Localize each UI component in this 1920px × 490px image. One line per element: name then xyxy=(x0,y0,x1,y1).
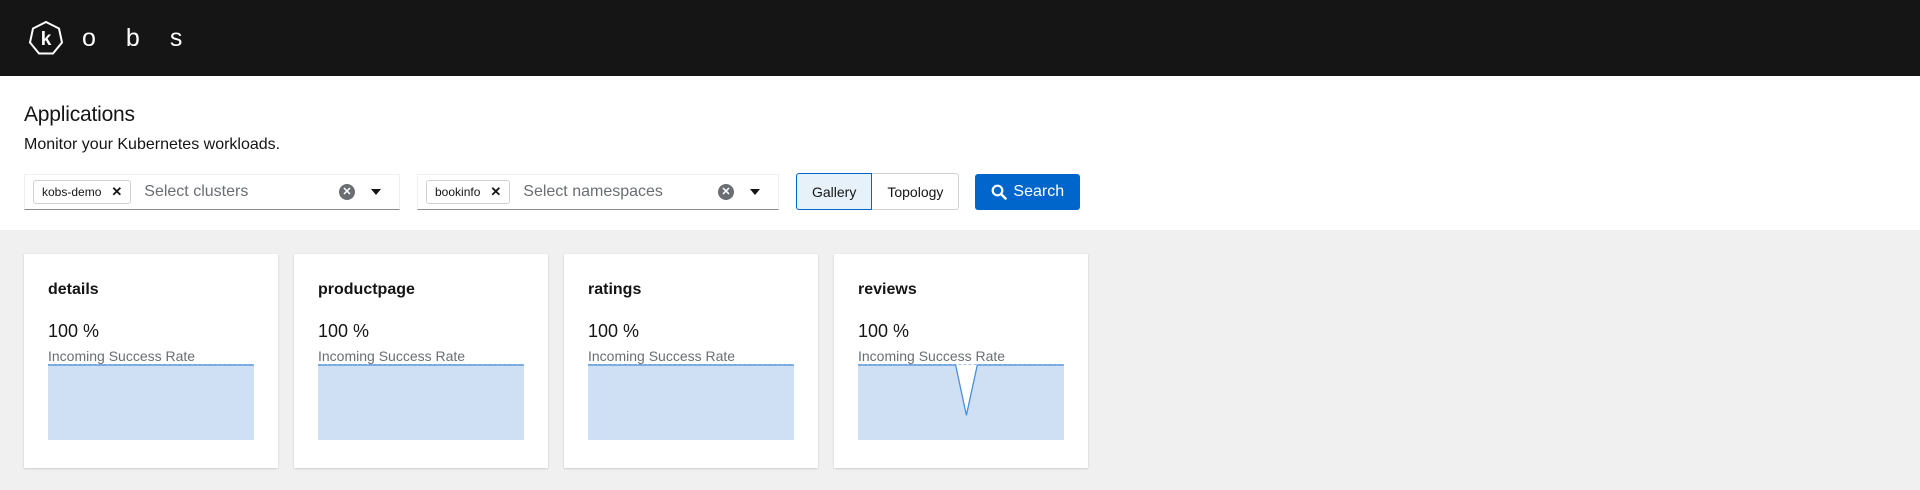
success-rate-value: 100 % xyxy=(858,321,910,341)
filter-toolbar: kobs-demo ✕ Select clusters ✕ bookinfo ✕… xyxy=(24,173,1896,210)
sparkline-area xyxy=(318,365,524,440)
success-rate-label: Incoming Success Rate xyxy=(318,348,466,364)
clusters-select[interactable]: kobs-demo ✕ Select clusters ✕ xyxy=(24,173,400,210)
kobs-logo[interactable]: k o b s xyxy=(28,20,182,56)
application-name: ratings xyxy=(588,281,642,298)
namespace-chip[interactable]: bookinfo ✕ xyxy=(426,179,511,204)
topology-toggle[interactable]: Topology xyxy=(872,173,960,210)
namespace-chip-label: bookinfo xyxy=(435,184,481,199)
clear-namespaces-icon[interactable]: ✕ xyxy=(718,183,734,200)
view-toggle-group: Gallery Topology xyxy=(796,173,960,210)
brand-letter: o xyxy=(82,23,96,52)
application-card[interactable]: details 100 % Incoming Success Rate xyxy=(24,254,278,468)
success-rate-label: Incoming Success Rate xyxy=(858,348,1006,364)
success-rate-sparkline xyxy=(588,364,794,440)
namespaces-input[interactable]: Select namespaces xyxy=(523,183,718,201)
application-name: productpage xyxy=(318,281,415,298)
success-rate-sparkline xyxy=(48,364,254,440)
application-name: details xyxy=(48,281,99,298)
application-name: reviews xyxy=(858,281,917,298)
application-card[interactable]: productpage 100 % Incoming Success Rate xyxy=(294,254,548,468)
applications-gallery: details 100 % Incoming Success Rate prod… xyxy=(0,230,1920,468)
masthead: k o b s xyxy=(0,0,1920,76)
search-icon xyxy=(992,184,1008,200)
clusters-input[interactable]: Select clusters xyxy=(144,183,339,201)
success-rate-label: Incoming Success Rate xyxy=(588,348,736,364)
success-rate-label: Incoming Success Rate xyxy=(48,348,196,364)
page-subtitle: Monitor your Kubernetes workloads. xyxy=(24,136,281,153)
success-rate-sparkline xyxy=(318,364,524,440)
gallery-toggle[interactable]: Gallery xyxy=(796,173,873,210)
search-button[interactable]: Search xyxy=(975,173,1081,210)
sparkline-area xyxy=(48,365,254,440)
sparkline-area xyxy=(588,365,794,440)
chip-remove-icon[interactable]: ✕ xyxy=(111,184,122,200)
brand-letter: b xyxy=(125,23,140,52)
success-rate-sparkline xyxy=(858,364,1064,440)
cluster-chip[interactable]: kobs-demo ✕ xyxy=(33,179,132,204)
logo-letter: k xyxy=(41,29,52,50)
namespaces-select[interactable]: bookinfo ✕ Select namespaces ✕ xyxy=(417,173,779,210)
chip-remove-icon[interactable]: ✕ xyxy=(490,184,501,200)
chevron-down-icon[interactable] xyxy=(750,188,760,195)
success-rate-value: 100 % xyxy=(588,321,640,341)
brand-name: o b s xyxy=(82,24,182,53)
application-card[interactable]: ratings 100 % Incoming Success Rate xyxy=(564,254,818,468)
brand-letter: s xyxy=(169,23,183,52)
success-rate-value: 100 % xyxy=(48,321,100,341)
sparkline-area xyxy=(858,365,1064,440)
page-title: Applications xyxy=(24,103,135,126)
application-card[interactable]: reviews 100 % Incoming Success Rate xyxy=(834,254,1088,468)
search-button-label: Search xyxy=(1013,182,1065,200)
page-header: Applications Monitor your Kubernetes wor… xyxy=(0,76,1920,230)
cluster-chip-label: kobs-demo xyxy=(42,184,102,199)
chevron-down-icon[interactable] xyxy=(371,188,381,195)
clear-clusters-icon[interactable]: ✕ xyxy=(339,183,355,200)
success-rate-value: 100 % xyxy=(318,321,370,341)
kobs-heptagon-k-icon: k xyxy=(28,20,64,55)
